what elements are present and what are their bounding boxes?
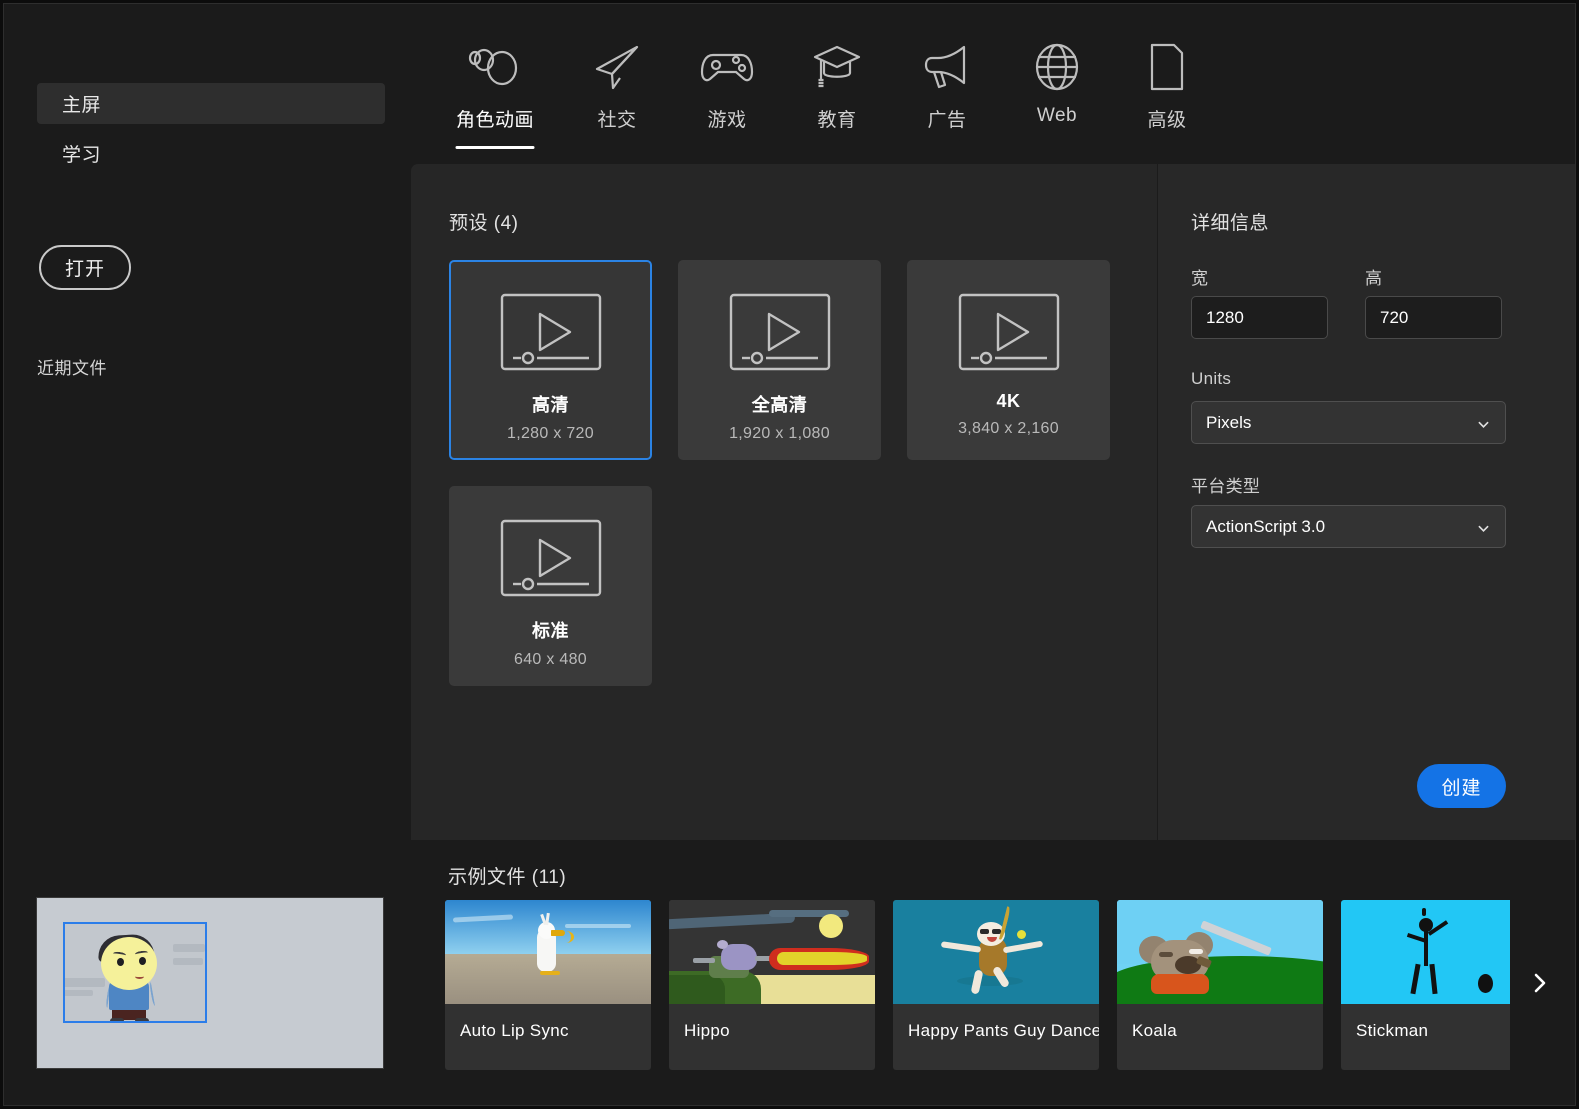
platform-select-value: ActionScript 3.0	[1206, 516, 1326, 536]
units-select-value: Pixels	[1206, 412, 1252, 432]
presets-panel: 预设 (4) 高清 1,280 x 720 全高清 1,920 x 1,080 …	[411, 164, 1157, 840]
sample-thumbnail	[445, 900, 651, 1004]
sample-card-stickman[interactable]: Stickman	[1341, 900, 1510, 1070]
tab-advanced[interactable]: 高级	[1113, 38, 1221, 132]
chevron-right-icon	[1534, 973, 1546, 993]
preset-dimensions: 3,840 x 2,160	[958, 420, 1059, 437]
presets-title: 预设 (4)	[449, 213, 519, 234]
tab-education-label: 教育	[817, 110, 857, 131]
width-input[interactable]	[1191, 296, 1328, 339]
height-label: 高	[1365, 269, 1383, 288]
document-icon	[1147, 38, 1187, 96]
platform-select[interactable]: ActionScript 3.0	[1191, 505, 1506, 548]
video-player-icon	[728, 292, 832, 377]
sample-card-hippo[interactable]: Hippo	[669, 900, 875, 1070]
sample-card-happy-pants-guy-dance[interactable]: Happy Pants Guy Dance	[893, 900, 1099, 1070]
tab-web-label: Web	[1036, 105, 1078, 126]
tab-games[interactable]: 游戏	[673, 38, 781, 132]
sample-thumbnail	[1117, 900, 1323, 1004]
recent-files-label: 近期文件	[37, 359, 107, 378]
sidebar-item-learn-label: 学习	[62, 145, 102, 166]
sample-files-title: 示例文件 (11)	[448, 867, 567, 888]
units-select[interactable]: Pixels	[1191, 401, 1506, 444]
samples-next-button[interactable]	[1523, 966, 1557, 1000]
stage-frame	[63, 922, 207, 1023]
active-tab-indicator	[455, 146, 535, 149]
height-input[interactable]	[1365, 296, 1502, 339]
globe-icon	[1034, 38, 1080, 96]
preset-card-full-hd[interactable]: 全高清 1,920 x 1,080	[678, 260, 881, 460]
width-label: 宽	[1191, 269, 1209, 288]
megaphone-icon	[922, 38, 972, 96]
sample-thumbnail	[893, 900, 1099, 1004]
open-button[interactable]: 打开	[39, 245, 131, 290]
video-player-icon	[499, 292, 603, 377]
tab-social[interactable]: 社交	[563, 38, 671, 132]
details-title: 详细信息	[1191, 213, 1270, 234]
tab-advertising[interactable]: 广告	[893, 38, 1001, 132]
sample-file-name: Auto Lip Sync	[460, 1021, 569, 1040]
paper-plane-icon	[592, 38, 642, 96]
preset-card-4k[interactable]: 4K 3,840 x 2,160	[907, 260, 1110, 460]
details-panel: 详细信息 宽 高 Units Pixels 平台类型 ActionScript …	[1157, 164, 1575, 840]
tab-advertising-label: 广告	[927, 110, 967, 131]
preset-card-hd[interactable]: 高清 1,280 x 720	[449, 260, 652, 460]
sample-file-name: Stickman	[1356, 1021, 1429, 1040]
sidebar-item-home[interactable]: 主屏	[37, 83, 385, 124]
preset-dimensions: 640 x 480	[514, 651, 587, 668]
create-button[interactable]: 创建	[1417, 764, 1506, 808]
recent-file-preview[interactable]	[36, 897, 384, 1069]
tab-advanced-label: 高级	[1147, 110, 1187, 131]
sample-file-name: Koala	[1132, 1021, 1177, 1040]
preset-dimensions: 1,920 x 1,080	[729, 425, 830, 442]
video-player-icon	[957, 292, 1061, 377]
preset-card-standard[interactable]: 标准 640 x 480	[449, 486, 652, 686]
sidebar-item-home-label: 主屏	[62, 95, 102, 116]
preset-name: 标准	[532, 621, 569, 641]
sidebar: 主屏 学习 打开 近期文件	[4, 4, 411, 1105]
chevron-down-icon	[1478, 525, 1489, 532]
tab-character-animation-label: 角色动画	[455, 110, 534, 131]
tab-games-label: 游戏	[707, 110, 747, 131]
category-tabbar: 角色动画 社交 游戏 教育 广告 Web 高级	[411, 4, 1575, 164]
presets-grid: 高清 1,280 x 720 全高清 1,920 x 1,080 4K 3,84…	[449, 260, 1129, 686]
sample-thumbnail	[669, 900, 875, 1004]
units-label: Units	[1191, 369, 1232, 388]
sample-thumbnail	[1341, 900, 1510, 1004]
gamepad-icon	[699, 38, 755, 96]
chevron-down-icon	[1478, 421, 1489, 428]
character-animation-icon	[467, 38, 523, 96]
sample-file-name: Happy Pants Guy Dance	[908, 1021, 1099, 1040]
graduation-cap-icon	[812, 38, 862, 96]
sample-card-koala[interactable]: Koala	[1117, 900, 1323, 1070]
preset-name: 高清	[532, 395, 569, 415]
tab-education[interactable]: 教育	[783, 38, 891, 132]
platform-label: 平台类型	[1191, 477, 1261, 496]
preset-dimensions: 1,280 x 720	[507, 425, 594, 442]
preset-name: 4K	[996, 391, 1021, 411]
tab-web[interactable]: Web	[1003, 38, 1111, 127]
tab-character-animation[interactable]: 角色动画	[441, 38, 549, 149]
application-window: 主屏 学习 打开 近期文件 角色动画 社交 游戏 教育 广告 Web 高级 预设…	[3, 3, 1576, 1106]
sidebar-item-learn[interactable]: 学习	[37, 133, 385, 174]
video-player-icon	[499, 518, 603, 603]
sample-files-row: Auto Lip Sync Hippo Happy Pants Guy Danc…	[445, 900, 1510, 1070]
sample-card-auto-lip-sync[interactable]: Auto Lip Sync	[445, 900, 651, 1070]
tab-social-label: 社交	[597, 110, 637, 131]
sample-file-name: Hippo	[684, 1021, 730, 1040]
preset-name: 全高清	[751, 395, 808, 415]
